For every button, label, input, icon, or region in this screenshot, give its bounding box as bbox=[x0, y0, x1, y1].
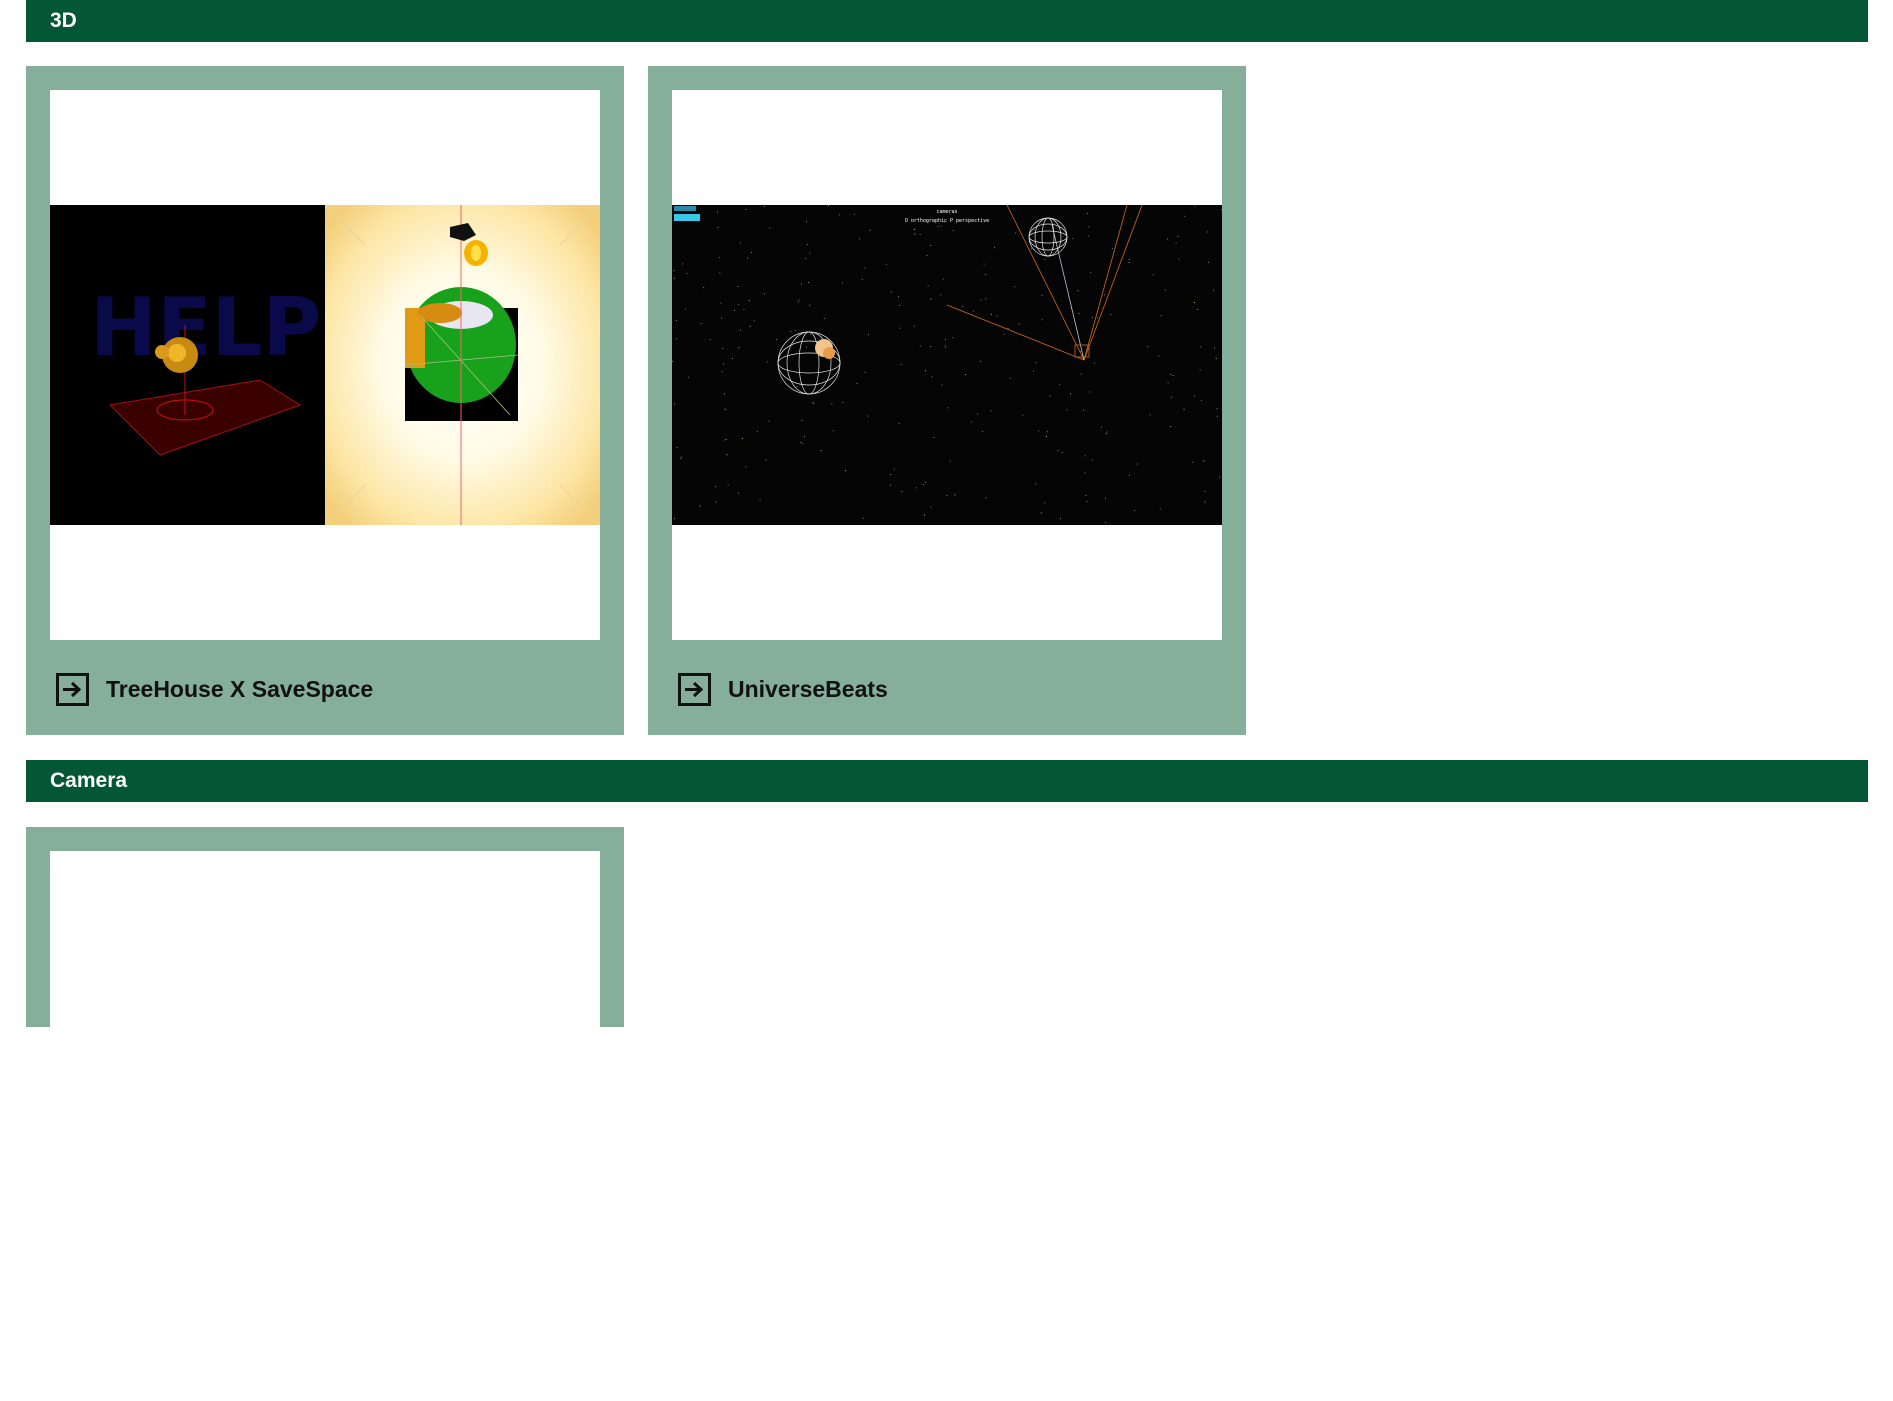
card-footer: UniverseBeats bbox=[678, 669, 888, 709]
section-header-3d: 3D bbox=[26, 0, 1868, 42]
section-title: 3D bbox=[50, 9, 77, 32]
project-card-universebeats[interactable]: cameras O orthographic P perspective Uni… bbox=[648, 66, 1246, 735]
arrow-right-icon bbox=[685, 681, 704, 697]
project-thumbnail[interactable] bbox=[50, 851, 600, 1401]
arrow-right-square-icon[interactable] bbox=[56, 672, 89, 706]
overlay-options: O orthographic P perspective bbox=[905, 218, 989, 224]
section-header-camera: Camera bbox=[26, 760, 1868, 802]
project-card-treehouse[interactable]: HELP TreeHouse X SaveSpace bbox=[26, 66, 624, 735]
project-thumbnail[interactable]: HELP bbox=[50, 90, 600, 640]
project-title[interactable]: UniverseBeats bbox=[728, 676, 888, 703]
svg-text:HELP: HELP bbox=[90, 281, 321, 374]
project-thumbnail[interactable]: cameras O orthographic P perspective bbox=[672, 90, 1222, 640]
overlay-heading: cameras bbox=[936, 209, 957, 215]
project-title[interactable]: TreeHouse X SaveSpace bbox=[106, 676, 373, 703]
universebeats-screenshot: cameras O orthographic P perspective bbox=[672, 205, 1222, 525]
treehouse-screenshot: HELP bbox=[50, 205, 600, 525]
section-title: Camera bbox=[50, 769, 128, 792]
card-footer: TreeHouse X SaveSpace bbox=[56, 669, 373, 709]
arrow-right-square-icon[interactable] bbox=[678, 672, 711, 706]
arrow-right-icon bbox=[63, 681, 82, 697]
project-card-camera[interactable] bbox=[26, 827, 624, 1401]
